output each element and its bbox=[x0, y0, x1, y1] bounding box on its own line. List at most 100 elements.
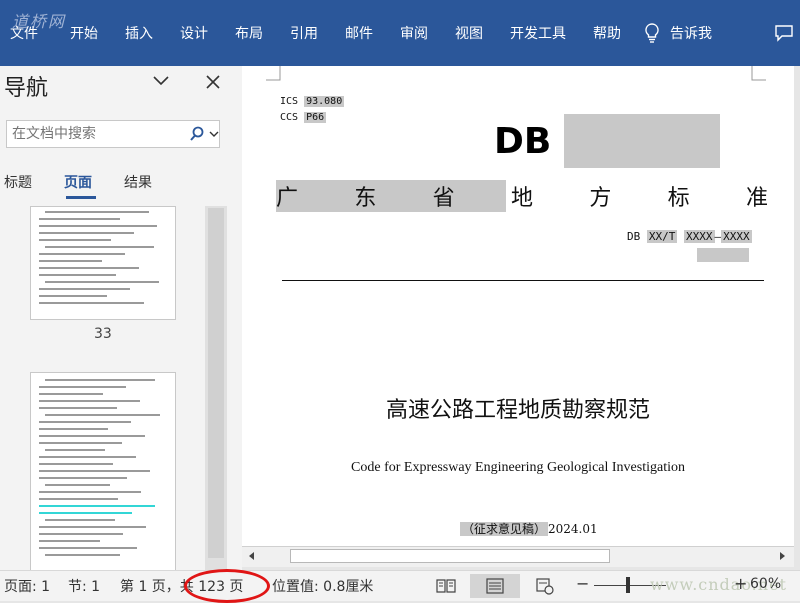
thumbnail-text-line bbox=[39, 302, 144, 304]
thumbnail-text-line bbox=[39, 267, 139, 269]
thumbnail-text-line bbox=[39, 218, 120, 220]
nav-tabs: 标题 页面 结果 bbox=[0, 172, 180, 199]
thumbnail-text-line bbox=[45, 519, 115, 521]
tab-developer[interactable]: 开发工具 bbox=[502, 23, 574, 43]
standard-type-char: 地 bbox=[510, 186, 533, 211]
tab-design[interactable]: 设计 bbox=[172, 23, 216, 43]
status-page[interactable]: 页面: 1 bbox=[4, 576, 50, 596]
tab-review[interactable]: 审阅 bbox=[392, 23, 436, 43]
page-thumbnail[interactable] bbox=[30, 372, 176, 570]
thumbnail-text-line bbox=[39, 463, 113, 465]
horizontal-rule bbox=[282, 280, 764, 281]
thumbnail-text-line bbox=[39, 260, 102, 262]
zoom-level[interactable]: 60% bbox=[750, 576, 781, 592]
draft-line: （征求意见稿） 2024.01 bbox=[460, 520, 598, 537]
search-icon[interactable] bbox=[189, 126, 205, 142]
thumbnail-text-line bbox=[39, 526, 146, 528]
thumbnail-text-line bbox=[39, 547, 137, 549]
thumbnail-text-line bbox=[45, 449, 105, 451]
standard-type-char: 东 bbox=[354, 186, 377, 211]
page-thumbnails: 33 bbox=[0, 206, 242, 570]
status-section[interactable]: 节: 1 bbox=[68, 576, 100, 596]
horizontal-scrollbar-thumb[interactable] bbox=[290, 549, 610, 563]
document-vertical-scrollbar[interactable] bbox=[794, 66, 800, 546]
svg-text:DB: DB bbox=[494, 122, 551, 158]
document-page[interactable]: ICS 93.080 CCS P66 DB 广 东 省 地 方 标 准 DB X… bbox=[242, 66, 794, 546]
thumbnail-text-line bbox=[45, 484, 110, 486]
ics-value: 93.080 bbox=[304, 96, 345, 107]
zoom-out-button[interactable]: − bbox=[576, 574, 589, 593]
navigation-pane: 导航 标题 页面 结果 33 bbox=[0, 66, 242, 570]
chevron-down-icon[interactable] bbox=[152, 74, 170, 88]
ribbon-tabs: 文件 开始 插入 设计 布局 引用 邮件 审阅 视图 开发工具 帮助 bbox=[0, 20, 640, 46]
lightbulb-icon bbox=[645, 23, 659, 43]
thumbnail-text-line bbox=[39, 400, 140, 402]
tab-mailings[interactable]: 邮件 bbox=[337, 23, 381, 43]
crop-mark-icon bbox=[266, 66, 281, 81]
nav-title: 导航 bbox=[4, 76, 49, 101]
read-mode-button[interactable] bbox=[432, 574, 460, 598]
scroll-left-icon[interactable] bbox=[246, 550, 258, 562]
db-logo: DB bbox=[494, 122, 551, 158]
document-title-cn: 高速公路工程地质勘察规范 bbox=[385, 398, 650, 423]
document-title-en: Code for Expressway Engineering Geologic… bbox=[351, 460, 685, 475]
nav-tab-results[interactable]: 结果 bbox=[120, 172, 152, 194]
close-icon[interactable] bbox=[205, 74, 221, 90]
thumbnail-text-line bbox=[39, 393, 103, 395]
comment-button[interactable] bbox=[774, 24, 794, 46]
thumbnail-text-line bbox=[39, 435, 145, 437]
horizontal-scrollbar bbox=[242, 546, 794, 567]
tab-layout[interactable]: 布局 bbox=[227, 23, 271, 43]
annotation-circle bbox=[184, 569, 270, 603]
tab-home[interactable]: 开始 bbox=[62, 23, 106, 43]
standard-type-char: 准 bbox=[745, 186, 768, 211]
tab-file[interactable]: 文件 bbox=[0, 23, 46, 43]
status-bar: 页面: 1 节: 1 第 1 页，共 123 页 位置值: 0.8厘米 − ww… bbox=[0, 569, 800, 603]
thumbnail-text-line bbox=[45, 414, 160, 416]
thumbnail-text-line bbox=[39, 512, 132, 514]
tab-insert[interactable]: 插入 bbox=[117, 23, 161, 43]
tab-view[interactable]: 视图 bbox=[447, 23, 491, 43]
ccs-value: P66 bbox=[304, 112, 327, 123]
active-tab-underline bbox=[66, 196, 96, 199]
search-input[interactable] bbox=[10, 125, 184, 143]
thumbnail-text-line bbox=[45, 281, 159, 283]
zoom-slider-thumb[interactable] bbox=[626, 577, 630, 593]
thumbnail-text-line bbox=[39, 239, 111, 241]
replaced-standard-placeholder bbox=[697, 248, 749, 262]
thumbnail-text-line bbox=[39, 477, 127, 479]
print-layout-button[interactable] bbox=[470, 574, 520, 598]
thumbnail-text-line bbox=[39, 288, 130, 290]
ics-label: ICS bbox=[280, 96, 299, 107]
web-layout-icon bbox=[536, 578, 554, 595]
draft-label: （征求意见稿） bbox=[460, 522, 549, 536]
thumbnail-text-line bbox=[39, 498, 118, 500]
thumbnail-text-line bbox=[39, 421, 131, 423]
thumbnail-text-line bbox=[39, 533, 123, 535]
comment-icon bbox=[775, 25, 793, 42]
zoom-in-button[interactable]: + bbox=[734, 574, 747, 593]
status-position[interactable]: 位置值: 0.8厘米 bbox=[272, 576, 373, 596]
thumbnail-text-line bbox=[39, 470, 150, 472]
tell-me-button[interactable]: 告诉我 bbox=[644, 20, 712, 46]
standard-number: DB XX/T XXXX — XXXX bbox=[627, 230, 752, 243]
thumbnail-text-line bbox=[45, 211, 149, 213]
std-code: XX/T bbox=[646, 230, 678, 243]
thumbnail-text-line bbox=[39, 253, 125, 255]
crop-mark-icon bbox=[751, 66, 766, 81]
classification-codes: ICS 93.080 CCS P66 bbox=[280, 94, 345, 126]
web-layout-button[interactable] bbox=[530, 574, 558, 598]
tab-references[interactable]: 引用 bbox=[282, 23, 326, 43]
thumbnail-text-line bbox=[39, 442, 122, 444]
standard-type-title: 广 东 省 地 方 标 准 bbox=[276, 180, 768, 212]
standard-type-char: 标 bbox=[667, 186, 690, 211]
page-thumbnail[interactable] bbox=[30, 206, 176, 320]
ribbon: 道桥网 文件 开始 插入 设计 布局 引用 邮件 审阅 视图 开发工具 帮助 告… bbox=[0, 0, 800, 66]
tab-help[interactable]: 帮助 bbox=[585, 23, 629, 43]
scroll-right-icon[interactable] bbox=[776, 550, 788, 562]
nav-tab-pages[interactable]: 页面 bbox=[60, 172, 96, 199]
logo-placeholder-block bbox=[564, 114, 720, 168]
standard-type-char: 广 bbox=[276, 186, 299, 211]
search-options-chevron-icon[interactable] bbox=[209, 130, 219, 138]
nav-tab-headings[interactable]: 标题 bbox=[0, 172, 32, 194]
